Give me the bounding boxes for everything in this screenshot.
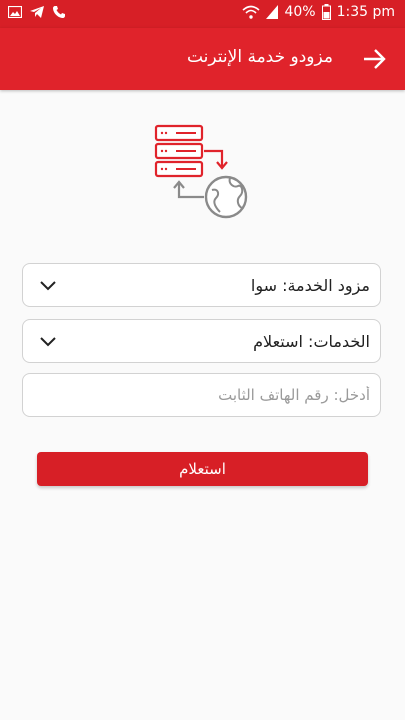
phone-field [22, 373, 381, 417]
battery-percent: 40% [284, 4, 316, 20]
phone-input[interactable] [23, 374, 380, 416]
arrow-icon[interactable] [361, 46, 387, 72]
call-icon [53, 6, 65, 18]
clock: 1:35 pm [336, 4, 395, 20]
battery-icon [321, 4, 331, 20]
server-globe-illustration [154, 124, 248, 219]
service-select[interactable]: الخدمات: استعلام [22, 319, 381, 363]
chevron-down-icon [40, 281, 56, 291]
app-bar: مزودو خدمة الإنترنت [0, 28, 405, 90]
telegram-icon [30, 6, 44, 18]
page-title: مزودو خدمة الإنترنت [186, 47, 333, 67]
server-icon [154, 124, 204, 178]
provider-select-value: مزود الخدمة: سوا [250, 276, 370, 295]
submit-button[interactable]: استعلام [37, 452, 368, 486]
status-bar: 40% 1:35 pm [0, 0, 405, 28]
service-select-value: الخدمات: استعلام [253, 332, 370, 351]
image-icon [8, 6, 22, 18]
globe-icon [204, 175, 248, 219]
wifi-icon [242, 5, 260, 19]
chevron-down-icon [40, 337, 56, 347]
signal-icon [266, 5, 279, 19]
provider-select[interactable]: مزود الخدمة: سوا [22, 263, 381, 307]
